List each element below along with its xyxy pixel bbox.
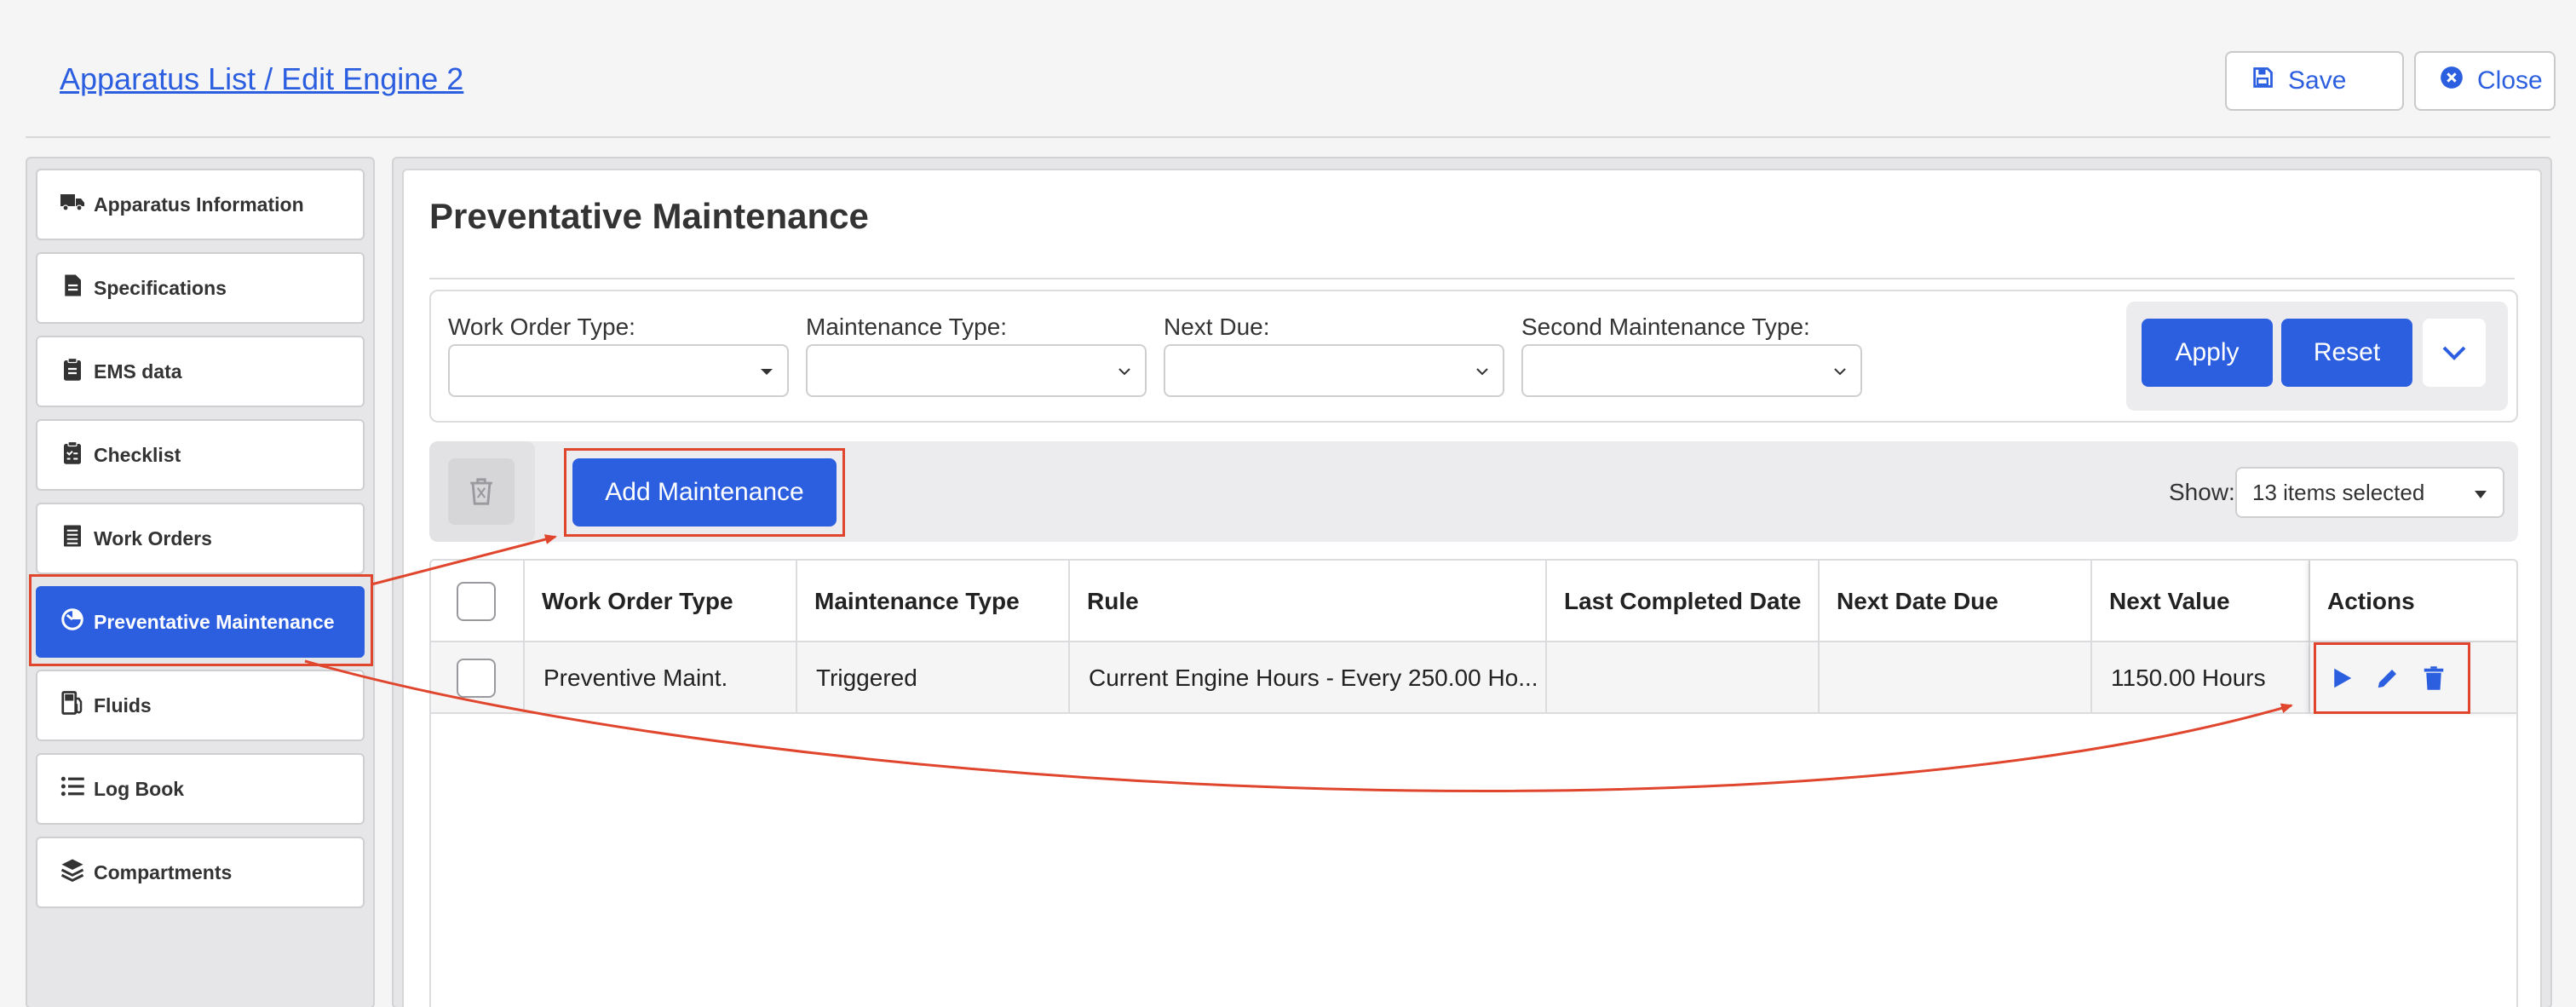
close-button[interactable]: Close bbox=[2414, 51, 2556, 111]
row-select-cell bbox=[431, 642, 525, 714]
next-due-label: Next Due: bbox=[1164, 314, 1270, 340]
sidebar: Apparatus Information Specifications EMS… bbox=[26, 157, 375, 1007]
second-maintenance-type-label: Second Maintenance Type: bbox=[1521, 314, 1810, 340]
chevron-down-icon bbox=[1118, 368, 1130, 376]
close-icon bbox=[2440, 66, 2464, 96]
sidebar-item-ems-data[interactable]: EMS data bbox=[36, 336, 365, 407]
table-row[interactable]: Preventive Maint. Triggered Current Engi… bbox=[431, 642, 2516, 714]
save-button[interactable]: Save bbox=[2225, 51, 2404, 111]
column-header[interactable]: Next Value bbox=[2092, 561, 2310, 642]
sidebar-item-label: Compartments bbox=[94, 860, 233, 883]
show-items-value: 13 items selected bbox=[2252, 479, 2425, 505]
save-icon bbox=[2251, 66, 2274, 96]
page-title: Preventative Maintenance bbox=[429, 196, 869, 236]
sidebar-item-label: Checklist bbox=[94, 443, 181, 466]
trash-icon bbox=[470, 478, 492, 505]
main-area: Preventative Maintenance Work Order Type… bbox=[392, 157, 2552, 1007]
sidebar-item-log-book[interactable]: Log Book bbox=[36, 753, 365, 825]
sidebar-item-label: Specifications bbox=[94, 276, 227, 299]
clipboard-icon bbox=[60, 356, 85, 387]
sidebar-item-label: Work Orders bbox=[94, 527, 212, 550]
next-value-cell: 1150.00 Hours bbox=[2092, 642, 2310, 714]
column-header[interactable]: Work Order Type bbox=[525, 561, 797, 642]
second-maintenance-type-select[interactable] bbox=[1521, 344, 1862, 397]
column-header[interactable]: Next Date Due bbox=[1820, 561, 2092, 642]
filter-actions: Apply Reset bbox=[2126, 302, 2508, 411]
work-order-type-select[interactable] bbox=[448, 344, 789, 397]
breadcrumb[interactable]: Apparatus List / Edit Engine 2 bbox=[60, 61, 463, 97]
maintenance-type-label: Maintenance Type: bbox=[806, 314, 1008, 340]
main-panel: Preventative Maintenance Work Order Type… bbox=[402, 169, 2542, 1007]
sidebar-item-specifications[interactable]: Specifications bbox=[36, 252, 365, 324]
table-header: Work Order Type Maintenance Type Rule La… bbox=[431, 561, 2516, 642]
work-order-type-label: Work Order Type: bbox=[448, 314, 635, 340]
caret-down-icon bbox=[2475, 491, 2487, 498]
sidebar-item-fluids[interactable]: Fluids bbox=[36, 670, 365, 741]
column-header[interactable]: Maintenance Type bbox=[797, 561, 1070, 642]
select-all-checkbox[interactable] bbox=[457, 582, 496, 621]
sidebar-item-apparatus-information[interactable]: Apparatus Information bbox=[36, 169, 365, 240]
work-order-type-cell: Preventive Maint. bbox=[525, 642, 797, 714]
next-due-select[interactable] bbox=[1164, 344, 1504, 397]
sidebar-item-label: Fluids bbox=[94, 693, 152, 716]
column-header: Actions bbox=[2310, 561, 2516, 642]
expand-filters-button[interactable] bbox=[2423, 319, 2486, 387]
chevron-down-icon bbox=[2442, 346, 2466, 360]
list-icon bbox=[60, 774, 85, 804]
table-toolbar: Add Maintenance Show: 13 items selected bbox=[429, 441, 2518, 542]
chevron-down-icon bbox=[1476, 368, 1488, 376]
sidebar-item-label: EMS data bbox=[94, 360, 182, 383]
show-label: Show: bbox=[2169, 479, 2235, 505]
sidebar-item-label: Apparatus Information bbox=[94, 193, 304, 216]
column-header[interactable]: Rule bbox=[1070, 561, 1547, 642]
chevron-down-icon bbox=[1834, 368, 1846, 376]
sidebar-item-work-orders[interactable]: Work Orders bbox=[36, 503, 365, 574]
highlight-box bbox=[29, 574, 373, 666]
row-checkbox[interactable] bbox=[457, 659, 496, 698]
reset-button[interactable]: Reset bbox=[2281, 319, 2412, 387]
highlight-box bbox=[564, 448, 845, 537]
maintenance-table: Work Order Type Maintenance Type Rule La… bbox=[429, 559, 2518, 1007]
page-header: Apparatus List / Edit Engine 2 Save Clos… bbox=[26, 0, 2556, 138]
caret-down-icon bbox=[761, 369, 773, 375]
bulk-delete-button[interactable] bbox=[448, 458, 515, 525]
maintenance-type-cell: Triggered bbox=[797, 642, 1070, 714]
bulk-delete-area bbox=[429, 441, 535, 542]
next-date-due-cell bbox=[1820, 642, 2092, 714]
clipboard-check-icon bbox=[60, 440, 85, 470]
divider bbox=[429, 278, 2515, 279]
filter-bar: Work Order Type: Maintenance Type: Next … bbox=[429, 290, 2518, 423]
fuel-icon bbox=[60, 690, 85, 721]
last-completed-cell bbox=[1547, 642, 1820, 714]
select-all-cell bbox=[431, 561, 525, 642]
layers-icon bbox=[60, 857, 85, 888]
save-label: Save bbox=[2288, 66, 2347, 95]
apply-button[interactable]: Apply bbox=[2142, 319, 2273, 387]
close-label: Close bbox=[2477, 66, 2543, 95]
sidebar-item-compartments[interactable]: Compartments bbox=[36, 837, 365, 908]
list-doc-icon bbox=[60, 523, 85, 554]
column-header[interactable]: Last Completed Date bbox=[1547, 561, 1820, 642]
maintenance-type-select[interactable] bbox=[806, 344, 1147, 397]
truck-icon bbox=[60, 189, 85, 220]
sidebar-item-checklist[interactable]: Checklist bbox=[36, 419, 365, 491]
rule-cell: Current Engine Hours - Every 250.00 Ho..… bbox=[1070, 642, 1547, 714]
document-icon bbox=[60, 273, 85, 303]
highlight-box bbox=[2314, 642, 2470, 714]
sidebar-item-label: Log Book bbox=[94, 777, 185, 800]
show-items-select[interactable]: 13 items selected bbox=[2235, 467, 2504, 518]
